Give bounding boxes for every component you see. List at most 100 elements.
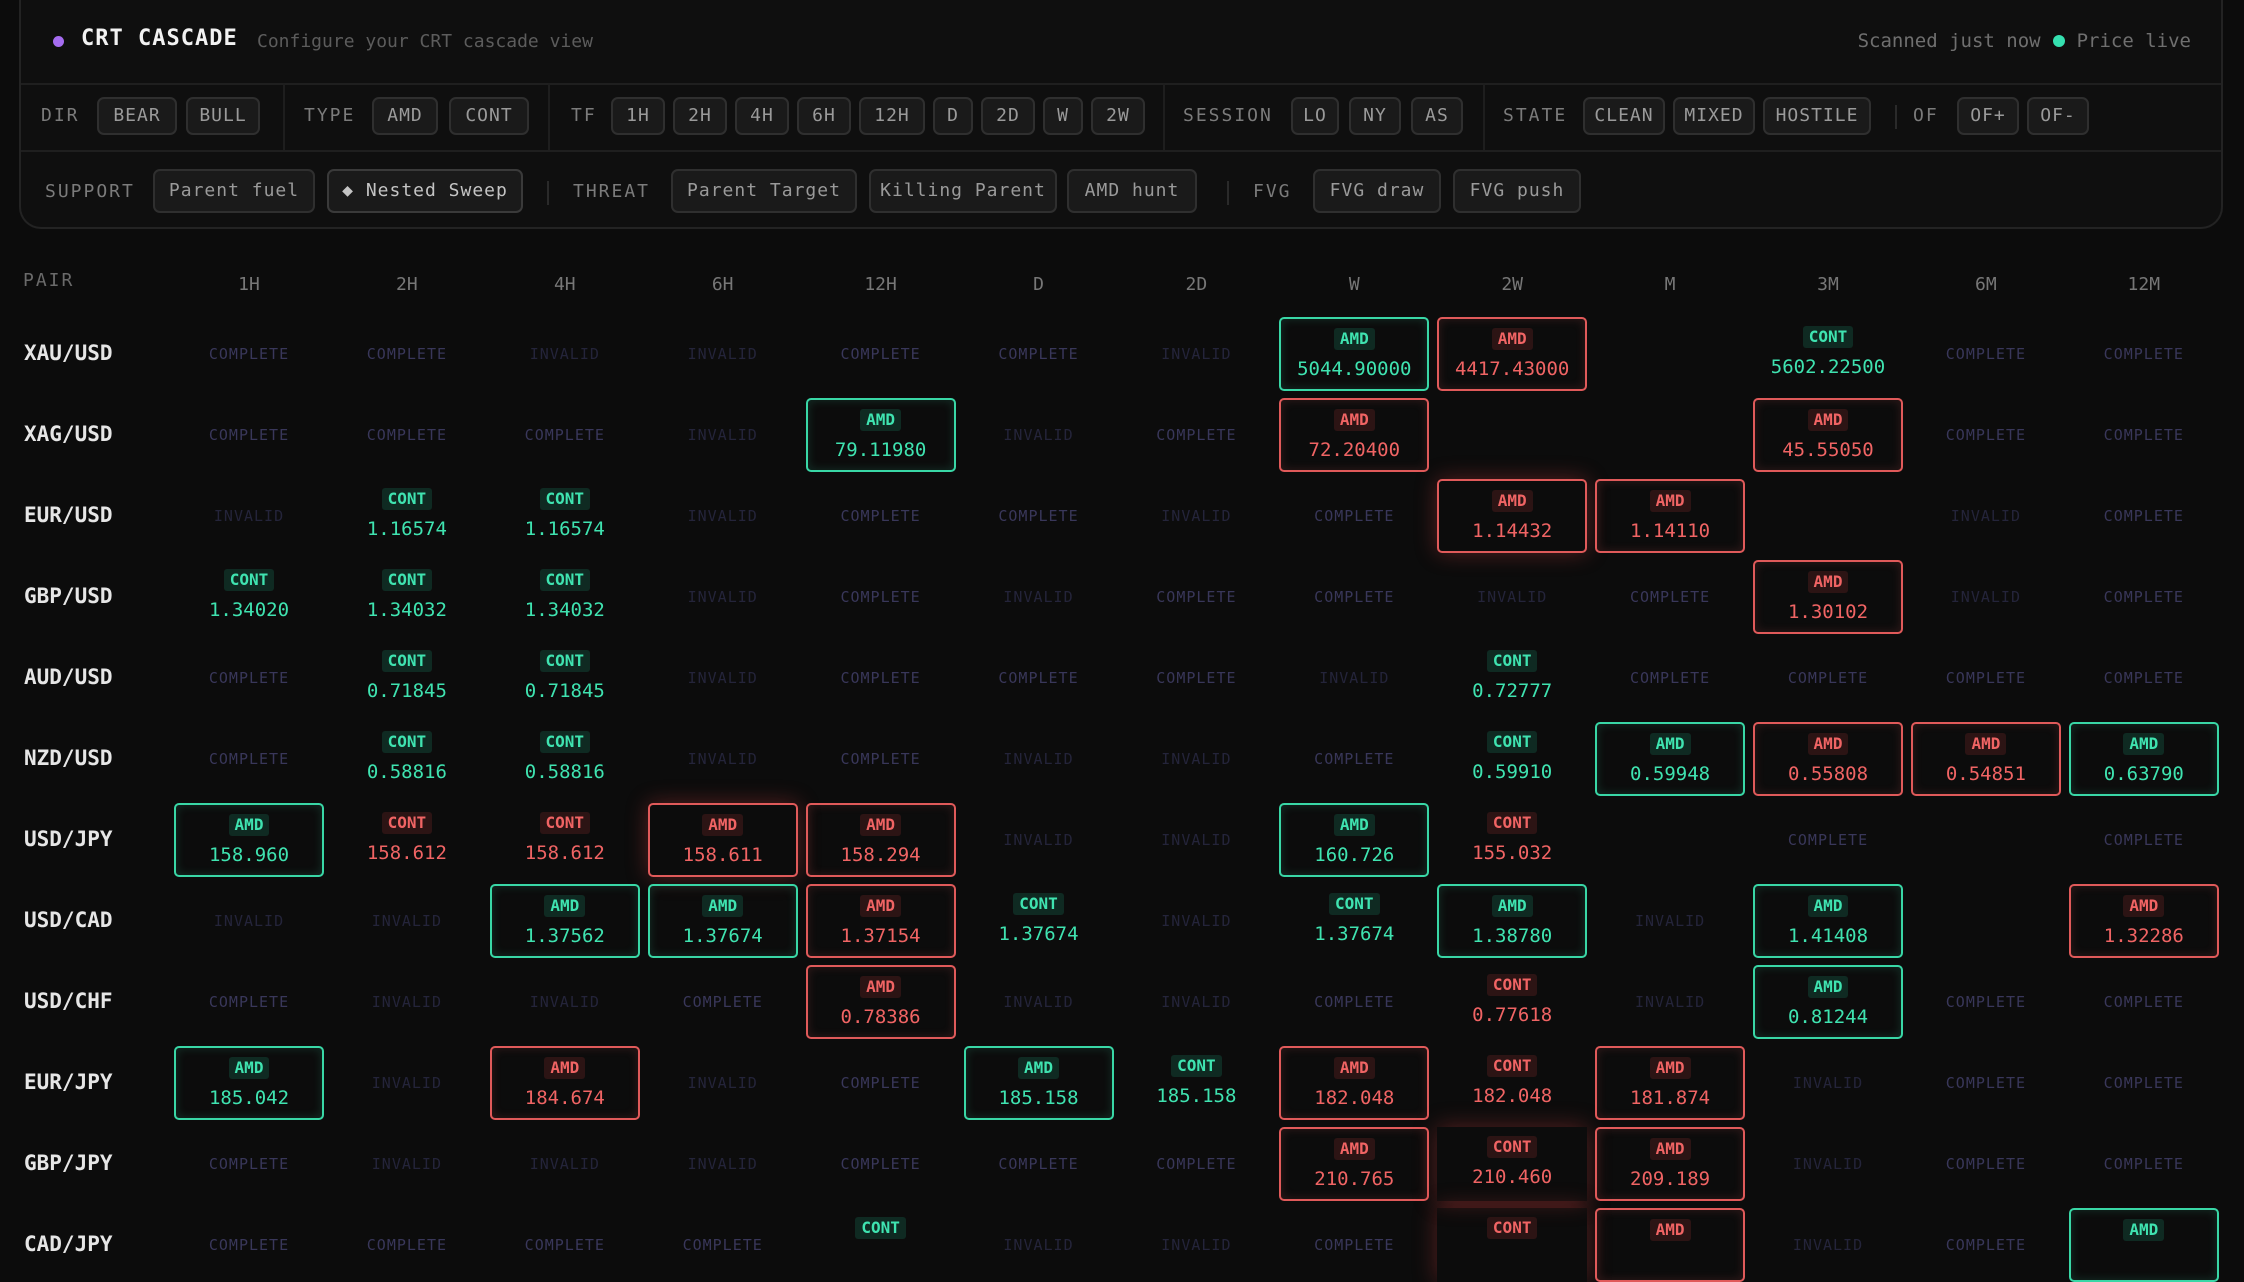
signal-cell[interactable]: AMD 160.726 [1279, 803, 1430, 877]
session-lo-button[interactable]: LO [1291, 97, 1339, 135]
tf-d-button[interactable]: D [933, 97, 973, 135]
signal-cell[interactable]: AMD 1.14110 [1595, 479, 1746, 553]
signal-cell[interactable]: AMD 1.32286 [2068, 884, 2219, 958]
signal-cell[interactable]: AMD 1.37674 [647, 884, 798, 958]
signal-cell[interactable]: AMD 209.189 [1595, 1127, 1746, 1201]
signal-cell[interactable]: AMD [1595, 1208, 1746, 1282]
signal-cell[interactable]: AMD 0.54851 [1910, 722, 2061, 796]
signal-cell[interactable]: CONT 210.460 [1437, 1127, 1587, 1201]
signal-cell[interactable]: CONT 0.71845 [490, 641, 640, 715]
signal-cell[interactable]: CONT 158.612 [332, 803, 482, 877]
tf-6h-button[interactable]: 6H [797, 97, 851, 135]
signal-cell[interactable]: AMD 158.294 [805, 803, 956, 877]
tf-1h-button[interactable]: 1H [611, 97, 665, 135]
signal-cell[interactable]: CONT 1.16574 [332, 479, 482, 553]
signal-cell[interactable]: AMD [2068, 1208, 2219, 1282]
state-mixed-button[interactable]: MIXED [1673, 97, 1755, 135]
signal-cell[interactable]: AMD 5044.90000 [1279, 317, 1430, 391]
column-header-3m[interactable]: 3M [1753, 274, 1903, 295]
signal-cell[interactable]: AMD 1.37562 [489, 884, 640, 958]
signal-cell[interactable]: AMD 210.765 [1279, 1127, 1430, 1201]
signal-cell[interactable]: CONT 1.16574 [490, 479, 640, 553]
signal-cell[interactable]: AMD 185.158 [963, 1046, 1114, 1120]
signal-cell[interactable]: AMD 1.38780 [1437, 884, 1588, 958]
pair-label[interactable]: CAD/JPY [24, 1232, 113, 1256]
tf-12h-button[interactable]: 12H [859, 97, 925, 135]
pair-label[interactable]: GBP/USD [24, 584, 113, 608]
column-header-12m[interactable]: 12M [2069, 274, 2219, 295]
type-amd-button[interactable]: AMD [372, 97, 438, 135]
tf-2w-button[interactable]: 2W [1091, 97, 1145, 135]
signal-cell[interactable]: CONT 0.58816 [332, 722, 482, 796]
signal-cell[interactable]: AMD 45.55050 [1753, 398, 1903, 472]
signal-cell[interactable]: AMD 4417.43000 [1437, 317, 1588, 391]
support-parent-fuel-button[interactable]: Parent fuel [153, 169, 315, 213]
column-header-m[interactable]: M [1595, 274, 1745, 295]
pair-label[interactable]: USD/JPY [24, 827, 113, 851]
signal-cell[interactable]: AMD 0.55808 [1753, 722, 1903, 796]
signal-cell[interactable]: AMD 1.37154 [805, 884, 956, 958]
signal-cell[interactable]: CONT 1.34020 [174, 560, 324, 634]
signal-cell[interactable]: CONT 1.37674 [964, 884, 1114, 958]
signal-cell[interactable]: CONT 1.37674 [1279, 884, 1429, 958]
pair-label[interactable]: XAU/USD [24, 341, 113, 365]
pair-label[interactable]: USD/CAD [24, 908, 113, 932]
column-header-1h[interactable]: 1H [174, 274, 324, 295]
signal-cell[interactable]: AMD 184.674 [489, 1046, 640, 1120]
column-header-4h[interactable]: 4H [490, 274, 640, 295]
of-minus-button[interactable]: OF- [2027, 97, 2089, 135]
signal-cell[interactable]: CONT 5602.22500 [1753, 317, 1903, 391]
signal-cell[interactable]: AMD 158.960 [174, 803, 324, 877]
signal-cell[interactable]: AMD 0.63790 [2068, 722, 2219, 796]
of-plus-button[interactable]: OF+ [1957, 97, 2019, 135]
signal-cell[interactable]: AMD 79.11980 [805, 398, 956, 472]
pair-label[interactable]: NZD/USD [24, 746, 113, 770]
signal-cell[interactable]: CONT [1437, 1208, 1587, 1282]
signal-cell[interactable]: CONT 158.612 [490, 803, 640, 877]
session-ny-button[interactable]: NY [1349, 97, 1401, 135]
signal-cell[interactable]: CONT 0.72777 [1437, 641, 1587, 715]
signal-cell[interactable]: CONT 185.158 [1121, 1046, 1271, 1120]
signal-cell[interactable]: AMD 0.78386 [805, 965, 956, 1039]
signal-cell[interactable]: AMD 72.20400 [1279, 398, 1430, 472]
threat-amd-hunt-button[interactable]: AMD hunt [1067, 169, 1197, 213]
column-header-6m[interactable]: 6M [1911, 274, 2061, 295]
pair-label[interactable]: AUD/USD [24, 665, 113, 689]
signal-cell[interactable]: AMD 1.41408 [1753, 884, 1903, 958]
signal-cell[interactable]: AMD 185.042 [174, 1046, 324, 1120]
tf-w-button[interactable]: W [1043, 97, 1083, 135]
tf-2d-button[interactable]: 2D [981, 97, 1035, 135]
support-nested-sweep-button[interactable]: ◆ Nested Sweep [327, 169, 523, 213]
pair-label[interactable]: EUR/JPY [24, 1070, 113, 1094]
signal-cell[interactable]: AMD 158.611 [647, 803, 798, 877]
column-header-2d[interactable]: 2D [1121, 274, 1271, 295]
column-header-d[interactable]: D [964, 274, 1114, 295]
dir-bear-button[interactable]: BEAR [97, 97, 177, 135]
signal-cell[interactable]: AMD 0.59948 [1595, 722, 1746, 796]
session-as-button[interactable]: AS [1411, 97, 1463, 135]
signal-cell[interactable]: CONT 0.58816 [490, 722, 640, 796]
pair-label[interactable]: EUR/USD [24, 503, 113, 527]
fvg-push-button[interactable]: FVG push [1453, 169, 1581, 213]
threat-parent-target-button[interactable]: Parent Target [671, 169, 857, 213]
threat-killing-parent-button[interactable]: Killing Parent [869, 169, 1057, 213]
state-hostile-button[interactable]: HOSTILE [1763, 97, 1871, 135]
column-header-w[interactable]: W [1279, 274, 1429, 295]
signal-cell[interactable]: AMD 1.30102 [1753, 560, 1903, 634]
tf-2h-button[interactable]: 2H [673, 97, 727, 135]
tf-4h-button[interactable]: 4H [735, 97, 789, 135]
type-cont-button[interactable]: CONT [449, 97, 529, 135]
signal-cell[interactable]: AMD 1.14432 [1437, 479, 1588, 553]
pair-label[interactable]: GBP/JPY [24, 1151, 113, 1175]
signal-cell[interactable]: CONT 182.048 [1437, 1046, 1587, 1120]
signal-cell[interactable]: CONT 155.032 [1437, 803, 1587, 877]
signal-cell[interactable]: AMD 0.81244 [1753, 965, 1903, 1039]
signal-cell[interactable]: AMD 182.048 [1279, 1046, 1430, 1120]
signal-cell[interactable]: AMD 181.874 [1595, 1046, 1746, 1120]
fvg-draw-button[interactable]: FVG draw [1313, 169, 1441, 213]
column-header-2w[interactable]: 2W [1437, 274, 1587, 295]
signal-cell[interactable]: CONT [806, 1208, 956, 1282]
column-header-2h[interactable]: 2H [332, 274, 482, 295]
signal-cell[interactable]: CONT 0.71845 [332, 641, 482, 715]
dir-bull-button[interactable]: BULL [186, 97, 260, 135]
